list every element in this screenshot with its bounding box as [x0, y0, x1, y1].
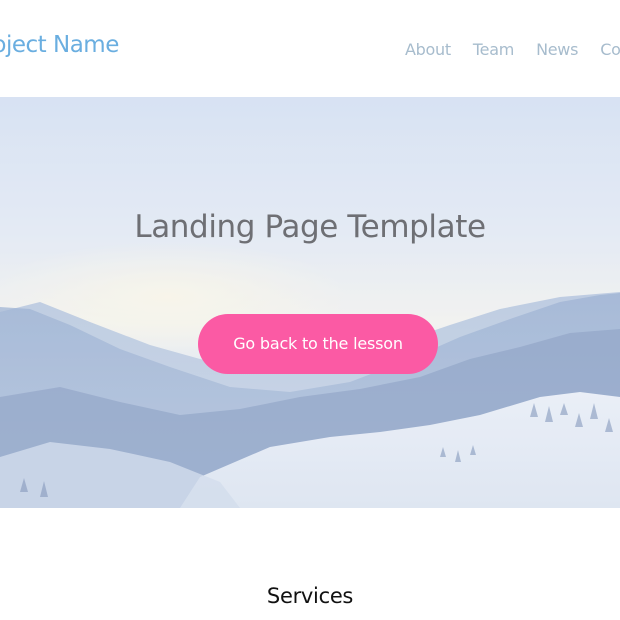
nav-link-contact[interactable]: Contact: [600, 40, 620, 59]
site-header: Project Name About Team News Contact: [0, 0, 620, 97]
hero-title: Landing Page Template: [134, 209, 486, 245]
page: Project Name About Team News Contact: [0, 0, 620, 620]
hero-background-image: [0, 97, 620, 508]
nav-link-about[interactable]: About: [405, 40, 451, 59]
main-nav: About Team News Contact: [405, 40, 620, 59]
go-back-to-lesson-button[interactable]: Go back to the lesson: [198, 314, 438, 374]
nav-link-news[interactable]: News: [536, 40, 578, 59]
brand-link[interactable]: Project Name: [0, 32, 119, 58]
hero-section: Landing Page Template Go back to the les…: [0, 97, 620, 508]
services-heading: Services: [266, 584, 354, 608]
nav-link-team[interactable]: Team: [473, 40, 514, 59]
